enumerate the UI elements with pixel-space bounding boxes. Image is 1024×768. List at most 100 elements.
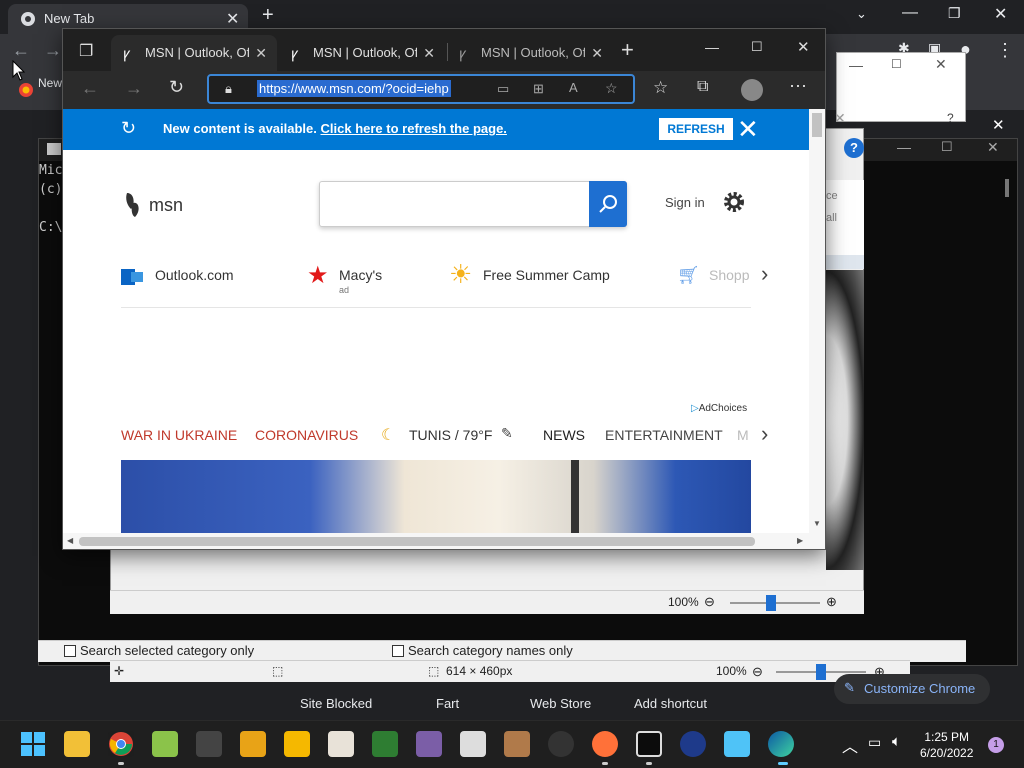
volume-icon[interactable]: 🔈︎ — [892, 733, 901, 750]
monkey-icon[interactable] — [504, 731, 530, 757]
shortcut-site-blocked[interactable]: Site Blocked — [300, 696, 372, 711]
customize-chrome-button[interactable]: ✎ Customize Chrome — [834, 674, 990, 704]
hero-image[interactable] — [121, 460, 751, 540]
close-tab-1-icon[interactable]: ✕ — [255, 45, 267, 62]
tab-actions-icon[interactable]: ❐ — [79, 41, 93, 61]
profile-avatar-icon[interactable] — [741, 79, 763, 101]
paint-zoom-out-icon[interactable]: ⊖ — [752, 664, 763, 680]
msn-search-input[interactable] — [319, 181, 627, 227]
edit-location-icon[interactable]: ✎ — [501, 425, 513, 442]
quicklink-outlook[interactable]: Outlook.com — [155, 267, 234, 283]
forward-icon[interactable]: → — [125, 78, 143, 99]
collections-icon[interactable]: ⧉ — [697, 78, 708, 96]
horizontal-scroll-thumb[interactable] — [79, 537, 755, 546]
paint-zoom-thumb[interactable] — [816, 664, 826, 680]
game-icon[interactable] — [416, 731, 442, 757]
vertical-scroll-thumb[interactable] — [812, 113, 822, 137]
refresh-icon[interactable]: ↻ — [169, 77, 184, 98]
category-entertainment[interactable]: ENTERTAINMENT — [605, 427, 723, 443]
firefox-icon[interactable] — [592, 731, 618, 757]
shortcut-fart[interactable]: Fart — [436, 696, 459, 711]
sign-in-link[interactable]: Sign in — [665, 195, 705, 210]
refresh-button[interactable]: REFRESH — [659, 118, 733, 140]
edge-minimize-icon[interactable]: — — [705, 39, 719, 55]
app-available-icon[interactable]: ▭ — [497, 81, 509, 97]
weather-location[interactable]: TUNIS / 79°F — [409, 427, 492, 443]
chrome-taskbar-icon[interactable] — [108, 731, 134, 757]
new-tab-icon[interactable]: + — [621, 37, 634, 63]
linux-icon[interactable] — [548, 731, 574, 757]
bg-close-icon[interactable]: ✕ — [935, 56, 947, 73]
wii-icon[interactable] — [460, 731, 486, 757]
cmd-close-icon[interactable]: ✕ — [987, 139, 999, 156]
close-window-icon[interactable]: ✕ — [994, 4, 1007, 24]
clock[interactable]: 1:25 PM 6/20/2022 — [920, 729, 973, 761]
coffee-icon[interactable] — [328, 731, 354, 757]
terminal-icon[interactable] — [636, 731, 662, 757]
address-url[interactable]: https://www.msn.com/?ocid=iehp — [257, 80, 451, 97]
bookmark-new[interactable]: New — [38, 76, 62, 90]
minimize-icon[interactable]: — — [902, 4, 918, 22]
edge-tab-1[interactable]: ꝩ MSN | Outlook, Office ✕ — [111, 35, 277, 71]
viewer-help-icon[interactable]: ? — [947, 111, 954, 125]
favorites-icon[interactable]: ☆ — [653, 78, 668, 98]
adchoices-link[interactable]: ▷AdChoices — [691, 403, 747, 414]
qr-code-icon[interactable]: ⊞ — [533, 81, 544, 97]
scroll-right-icon[interactable]: ▶ — [797, 536, 803, 545]
background-close-icon[interactable]: ✕ — [834, 110, 846, 127]
zoom-in-icon[interactable]: ⊕ — [826, 594, 837, 610]
close-tab-icon[interactable]: ✕ — [226, 9, 239, 29]
sky-icon[interactable] — [196, 731, 222, 757]
read-aloud-icon[interactable]: A — [569, 80, 578, 95]
edge-close-icon[interactable]: ✕ — [797, 38, 810, 56]
vertical-scrollbar[interactable] — [809, 109, 825, 549]
tray-overflow-icon[interactable]: ︿ — [842, 733, 858, 757]
notepad-icon[interactable] — [724, 731, 750, 757]
help-icon[interactable]: ? — [844, 138, 864, 158]
category-more[interactable]: M — [737, 427, 749, 443]
close-tab-2-icon[interactable]: ✕ — [423, 45, 435, 62]
quicklinks-next-icon[interactable]: › — [761, 261, 768, 287]
banner-close-icon[interactable]: ✕ — [737, 115, 761, 143]
start-icon[interactable] — [20, 731, 46, 757]
google-icon[interactable] — [18, 82, 34, 98]
shortcut-add[interactable]: Add shortcut — [634, 696, 707, 711]
category-coronavirus[interactable]: CORONAVIRUS — [255, 427, 358, 443]
app-icon-triangle[interactable] — [152, 731, 178, 757]
shield-icon[interactable] — [240, 731, 266, 757]
zoom-out-icon[interactable]: ⊖ — [704, 594, 715, 610]
scroll-down-icon[interactable]: ▼ — [813, 519, 821, 528]
close-tab-3-icon[interactable]: ✕ — [591, 45, 603, 62]
categories-next-icon[interactable]: › — [761, 421, 768, 447]
back-icon[interactable]: ← — [81, 78, 99, 99]
lock-icon[interactable]: 🔒︎ — [225, 81, 232, 97]
banner-refresh-link[interactable]: Click here to refresh the page. — [321, 121, 507, 136]
address-bar[interactable]: 🔒︎ https://www.msn.com/?ocid=iehp ▭ ⊞ A … — [207, 74, 635, 104]
quicklink-summer-camp[interactable]: Free Summer Camp — [483, 267, 610, 283]
back-icon[interactable]: ← — [12, 40, 30, 61]
network-status-icon[interactable]: ▭ — [868, 734, 881, 751]
msn-logo[interactable]: msn — [123, 191, 183, 219]
search-selected-checkbox[interactable] — [64, 645, 76, 657]
download-icon[interactable] — [372, 731, 398, 757]
quicklink-shopping[interactable]: Shopp — [709, 267, 749, 283]
msn-search-button[interactable] — [589, 181, 627, 227]
bg-minimize-icon[interactable]: — — [849, 57, 863, 73]
forward-icon[interactable]: → — [44, 40, 62, 61]
scroll-left-icon[interactable]: ◀ — [67, 536, 73, 545]
x-app-icon[interactable] — [680, 731, 706, 757]
restore-icon[interactable]: ❐ — [948, 5, 961, 22]
bg-maximize-icon[interactable]: ☐ — [891, 57, 902, 71]
new-tab-icon[interactable]: + — [262, 4, 274, 27]
edge-tab-2[interactable]: ꝩ MSN | Outlook, Office ✕ — [279, 35, 445, 71]
search-names-checkbox[interactable] — [392, 645, 404, 657]
category-war-in-ukraine[interactable]: WAR IN UKRAINE — [121, 427, 237, 443]
network-icon[interactable] — [284, 731, 310, 757]
edge-taskbar-icon[interactable] — [768, 731, 794, 757]
gear-icon[interactable] — [723, 191, 745, 213]
settings-more-icon[interactable]: ⋯ — [789, 76, 807, 97]
cmd-maximize-icon[interactable]: ☐ — [941, 139, 953, 155]
file-explorer-icon[interactable] — [64, 731, 90, 757]
category-news[interactable]: NEWS — [543, 427, 585, 443]
quicklink-macys[interactable]: Macy's ad — [339, 267, 382, 295]
